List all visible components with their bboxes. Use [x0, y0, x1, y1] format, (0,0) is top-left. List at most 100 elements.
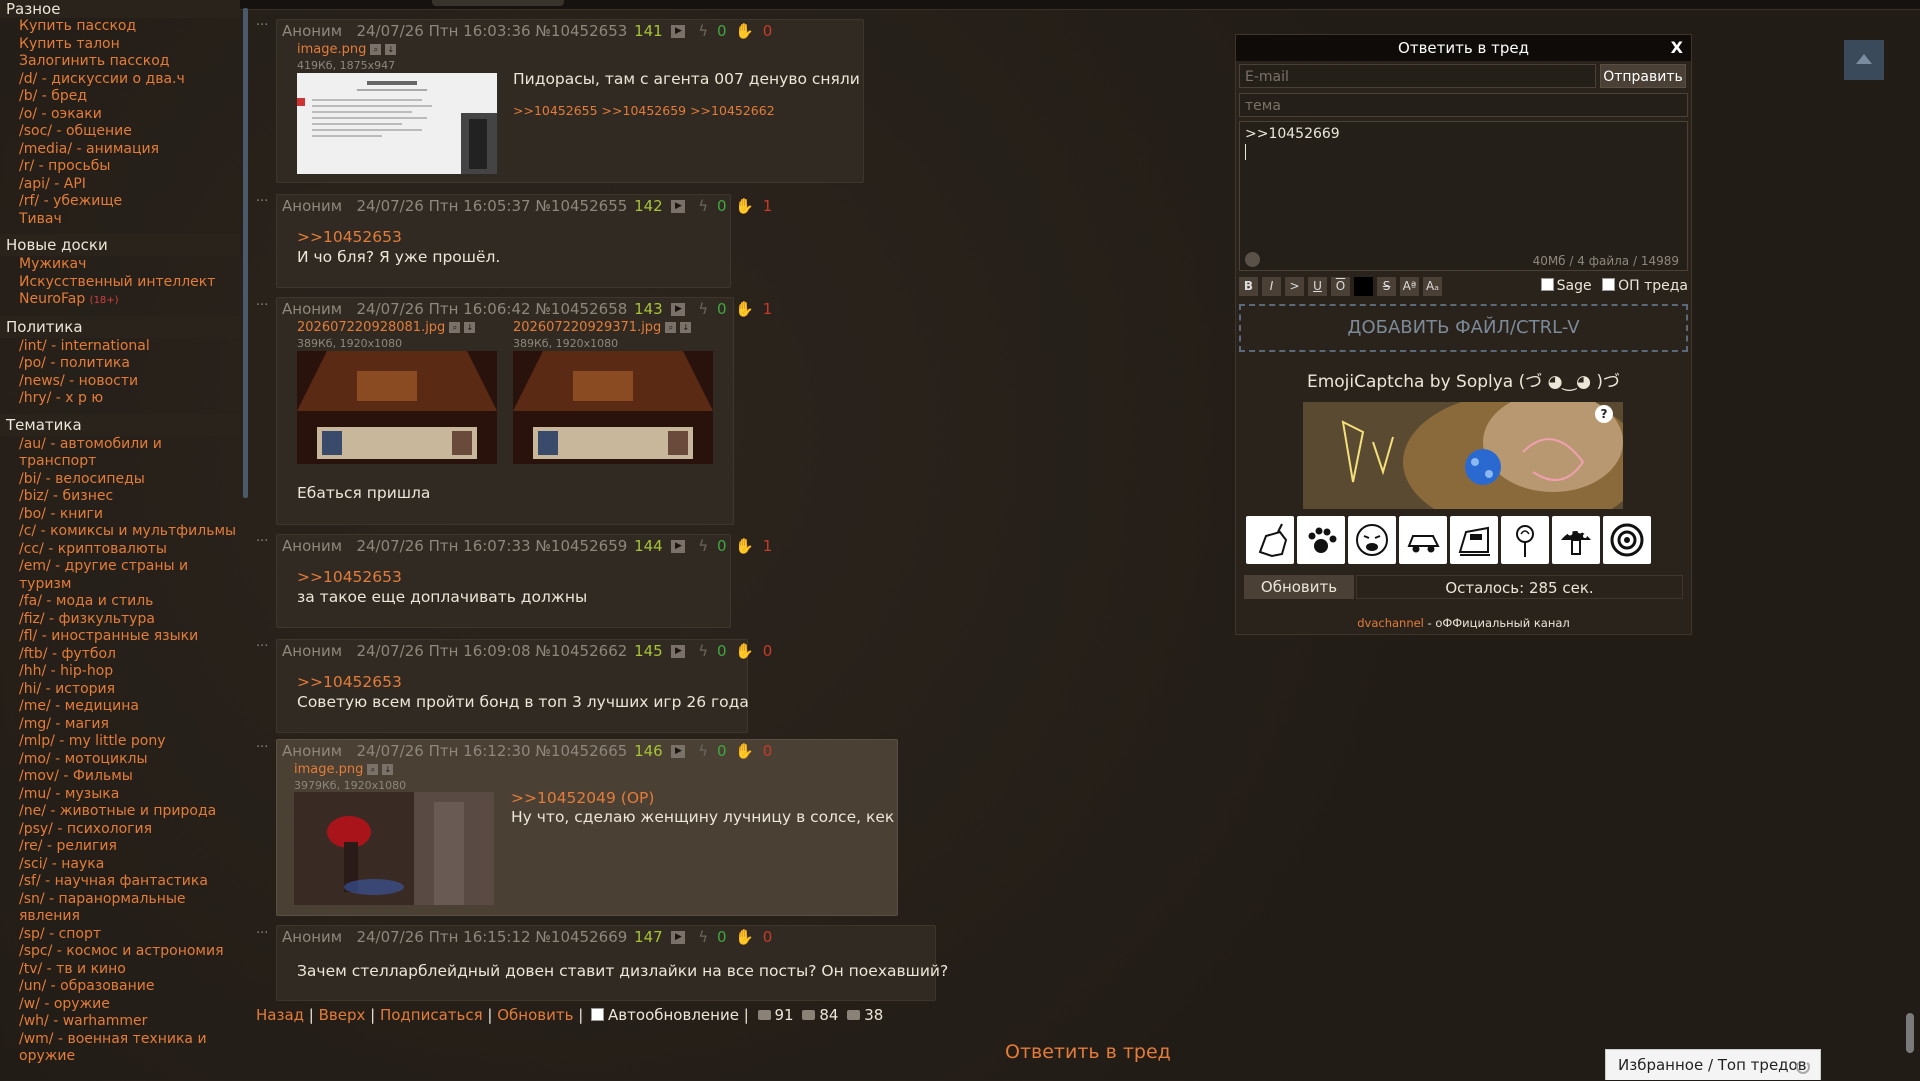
reply-link[interactable]: >>10452653 [297, 228, 402, 246]
sidebar-link-text[interactable]: /hh/ - hip-hop [19, 663, 113, 679]
dislike-count[interactable]: 0 [763, 642, 773, 660]
sidebar-link-text[interactable]: /psy/ - психология [19, 821, 152, 837]
play-icon[interactable]: ▶ [671, 303, 686, 316]
sidebar-link[interactable]: Тивач [19, 211, 240, 229]
bold-button[interactable]: B [1239, 277, 1258, 296]
sidebar-link-text[interactable]: /cc/ - криптовалюты [19, 541, 167, 557]
post-number[interactable]: №10452669 [535, 928, 627, 946]
sidebar-link-text[interactable]: Залогинить пасскод [19, 53, 169, 69]
sidebar-link[interactable]: /d/ - дискуссии о два.ч [19, 71, 240, 89]
sidebar-link[interactable]: /sp/ - спорт [19, 926, 240, 944]
scroll-up-button[interactable] [1844, 40, 1884, 80]
post-number[interactable]: №10452659 [535, 537, 627, 555]
subscribe-link[interactable]: Подписаться [380, 1006, 483, 1024]
sidebar-link-text[interactable]: /mo/ - мотоциклы [19, 751, 148, 767]
sidebar-link[interactable]: туризм [19, 576, 240, 594]
sidebar-link[interactable]: /mg/ - магия [19, 716, 240, 734]
dislike-icon[interactable]: ✋ [735, 22, 754, 40]
sidebar-link-text[interactable]: Купить талон [19, 36, 120, 52]
bolt-icon[interactable]: ϟ [698, 928, 708, 946]
file-name[interactable]: image.png ⌕ ↓ [294, 762, 394, 777]
sidebar-link-text[interactable]: /r/ - просьбы [19, 158, 110, 174]
smile-icon[interactable] [1245, 252, 1260, 267]
file-name[interactable]: 202607220928081.jpg ⌕ ↓ [297, 320, 476, 335]
post-menu-icon[interactable]: ··· [256, 18, 268, 33]
superscript-button[interactable]: Aª [1400, 277, 1419, 296]
sidebar-link-text[interactable]: /soc/ - общение [19, 123, 132, 139]
reply-thread-link[interactable]: Ответить в тред [1005, 1041, 1171, 1063]
dislike-icon[interactable]: ✋ [735, 928, 754, 946]
sidebar-link-text[interactable]: туризм [19, 576, 71, 592]
email-field[interactable]: E-mail [1239, 64, 1596, 88]
dislike-icon[interactable]: ✋ [735, 642, 754, 660]
sidebar-link-text[interactable]: /mu/ - музыка [19, 786, 119, 802]
sidebar-link[interactable]: Мужикач [19, 256, 240, 274]
top-tab[interactable] [432, 0, 564, 6]
sidebar-link-text[interactable]: /fl/ - иностранные языки [19, 628, 198, 644]
sidebar-link[interactable]: /c/ - комиксы и мультфильмы [19, 523, 240, 541]
like-count[interactable]: 0 [717, 642, 727, 660]
dislike-icon[interactable]: ✋ [735, 197, 754, 215]
sidebar-link[interactable]: Искусственный интеллект [19, 274, 240, 292]
sidebar-link-text[interactable]: /biz/ - бизнес [19, 488, 113, 504]
file-name-text[interactable]: image.png [297, 42, 366, 57]
play-icon[interactable]: ▶ [671, 931, 686, 944]
sidebar-link[interactable]: /bo/ - книги [19, 506, 240, 524]
dislike-icon[interactable]: ✋ [735, 300, 754, 318]
sidebar-link[interactable]: /b/ - бред [19, 88, 240, 106]
underline-button[interactable]: U [1308, 277, 1327, 296]
sidebar-link[interactable]: оружие [19, 1048, 240, 1066]
post-menu-icon[interactable]: ··· [256, 534, 268, 549]
post-thumbnail[interactable] [513, 351, 713, 464]
sidebar-link[interactable]: /sci/ - наука [19, 856, 240, 874]
captcha-refresh-button[interactable]: Обновить [1244, 575, 1354, 599]
sidebar-link[interactable]: /hi/ - история [19, 681, 240, 699]
sidebar-link[interactable]: Купить талон [19, 36, 240, 54]
dislike-count[interactable]: 0 [763, 928, 773, 946]
file-name-text[interactable]: image.png [294, 762, 363, 777]
bolt-icon[interactable]: ϟ [698, 537, 708, 555]
sidebar-link[interactable]: /mov/ - Фильмы [19, 768, 240, 786]
autoupdate-checkbox[interactable] [591, 1008, 605, 1021]
sidebar-link[interactable]: /sn/ - паранормальные [19, 891, 240, 909]
topic-field[interactable]: тема [1239, 93, 1688, 117]
sidebar-link-text[interactable]: /media/ - анимация [19, 141, 159, 157]
captcha-emoji-button[interactable] [1501, 516, 1549, 564]
dislike-count[interactable]: 0 [763, 22, 773, 40]
search-image-icon[interactable]: ⌕ [370, 44, 382, 55]
sidebar-link-text[interactable]: /tv/ - тв и кино [19, 961, 126, 977]
page-scrollbar[interactable] [1906, 1013, 1914, 1053]
sidebar-link[interactable]: /wm/ - военная техника и [19, 1031, 240, 1049]
sidebar-scrollbar[interactable] [243, 8, 248, 498]
sidebar-link-text[interactable]: /b/ - бред [19, 88, 87, 104]
sidebar-link[interactable]: /re/ - религия [19, 838, 240, 856]
dislike-icon[interactable]: ✋ [735, 742, 754, 760]
play-icon[interactable]: ▶ [671, 745, 686, 758]
spoiler-button[interactable] [1354, 277, 1373, 296]
captcha-emoji-button[interactable] [1399, 516, 1447, 564]
sidebar-link[interactable]: /un/ - образование [19, 978, 240, 996]
sidebar-link-text[interactable]: /ne/ - животные и природа [19, 803, 216, 819]
sidebar-link-text[interactable]: /bi/ - велосипеды [19, 471, 145, 487]
bolt-icon[interactable]: ϟ [698, 742, 708, 760]
sidebar-link-text[interactable]: /o/ - оэкаки [19, 106, 102, 122]
sidebar-link-text[interactable]: /re/ - религия [19, 838, 117, 854]
sidebar-link-text[interactable]: /rf/ - убежище [19, 193, 122, 209]
sidebar-link[interactable]: /r/ - просьбы [19, 158, 240, 176]
sidebar-link-text[interactable]: Тивач [19, 211, 62, 227]
sidebar-link[interactable]: явления [19, 908, 240, 926]
sidebar-link[interactable]: /ne/ - животные и природа [19, 803, 240, 821]
sidebar-link-text[interactable]: /me/ - медицина [19, 698, 139, 714]
bolt-icon[interactable]: ϟ [698, 22, 708, 40]
sidebar-link[interactable]: /mu/ - музыка [19, 786, 240, 804]
refresh-link[interactable]: Обновить [497, 1006, 573, 1024]
sidebar-link-text[interactable]: /mlp/ - my little pony [19, 733, 166, 749]
captcha-help-icon[interactable]: ? [1595, 405, 1613, 423]
bolt-icon[interactable]: ϟ [698, 642, 708, 660]
subscript-button[interactable]: Aₐ [1423, 277, 1442, 296]
post-thumbnail[interactable] [297, 351, 497, 464]
message-field[interactable]: >>10452669 40Мб / 4 файла / 14989 [1239, 121, 1688, 271]
like-count[interactable]: 0 [717, 22, 727, 40]
file-name-text[interactable]: 202607220929371.jpg [513, 320, 661, 335]
captcha-emoji-button[interactable] [1603, 516, 1651, 564]
